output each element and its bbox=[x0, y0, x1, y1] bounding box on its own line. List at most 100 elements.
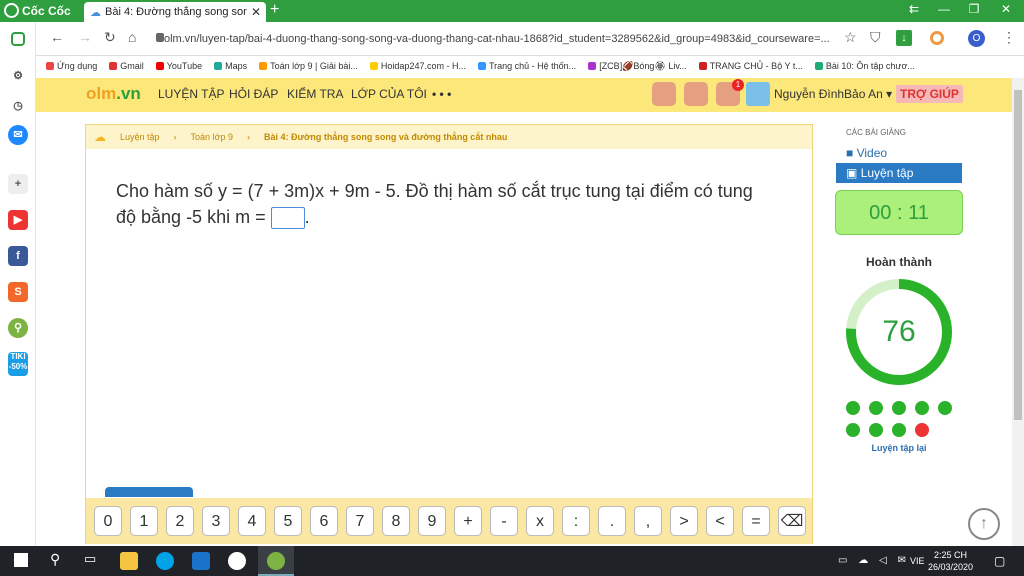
address-bar[interactable]: olm.vn/luyen-tap/bai-4-duong-thang-song-… bbox=[148, 27, 868, 51]
keypad-key[interactable]: < bbox=[706, 506, 734, 536]
extension-icon[interactable] bbox=[930, 31, 944, 45]
menu-lop-cua-toi[interactable]: LỚP CỦA TÔI bbox=[351, 87, 427, 101]
keypad-key[interactable]: 2 bbox=[166, 506, 194, 536]
keypad-key[interactable]: = bbox=[742, 506, 770, 536]
profile-avatar[interactable]: O bbox=[968, 30, 985, 47]
keypad-key[interactable]: 6 bbox=[310, 506, 338, 536]
bookmark-star-icon[interactable]: ☆ bbox=[844, 29, 857, 46]
youtube-icon[interactable]: ▶ bbox=[8, 210, 28, 230]
chat-icon[interactable] bbox=[684, 82, 708, 106]
coccoc-logo[interactable]: Cốc Cốc bbox=[4, 3, 71, 18]
bookmark-item[interactable]: Bài 10: Ôn tập chươ... bbox=[814, 61, 915, 71]
new-tab-button[interactable]: + bbox=[270, 1, 279, 19]
bookmark-item[interactable]: Toán lớp 9 | Giải bài... bbox=[259, 61, 358, 71]
breadcrumb-toan-lop-9[interactable]: Toán lớp 9 bbox=[191, 132, 233, 142]
olm-logo[interactable]: olm.vn bbox=[86, 84, 141, 104]
settings-icon[interactable]: ⚙ bbox=[8, 66, 28, 86]
keypad-key[interactable]: 5 bbox=[274, 506, 302, 536]
bookmark-item[interactable]: Gmail bbox=[109, 61, 144, 71]
bookmark-item[interactable]: TRANG CHỦ - Bộ Y t... bbox=[698, 61, 803, 71]
scrollbar-thumb[interactable] bbox=[1014, 90, 1022, 420]
answer-input[interactable] bbox=[270, 207, 305, 230]
tab-close-icon[interactable]: ✕ bbox=[251, 5, 261, 19]
maximize-button[interactable]: ❐ bbox=[960, 2, 988, 16]
bookmark-label: Ứng dụng bbox=[57, 61, 98, 71]
notifications-icon[interactable]: ▢ bbox=[994, 554, 1005, 568]
scroll-top-icon[interactable]: ↑ bbox=[968, 508, 1000, 540]
file-explorer-icon[interactable] bbox=[120, 552, 138, 570]
bookmark-label: Maps bbox=[225, 61, 248, 71]
keypad-key[interactable]: 7 bbox=[346, 506, 374, 536]
outlook-icon[interactable] bbox=[192, 552, 210, 570]
bookmark-item[interactable]: Ứng dụng bbox=[46, 61, 97, 71]
messenger-icon[interactable]: ✉ bbox=[8, 125, 28, 145]
menu-more[interactable]: • • • bbox=[432, 87, 451, 101]
tiki-icon[interactable]: TIKI -50% bbox=[8, 352, 28, 376]
breadcrumb-luyen-tap[interactable]: Luyện tập bbox=[120, 132, 160, 142]
help-button[interactable]: TRỢ GIÚP bbox=[896, 85, 963, 103]
sidebar-toggle-icon[interactable] bbox=[11, 32, 25, 46]
keypad-key[interactable]: ⌫ bbox=[778, 506, 806, 536]
menu-kiem-tra[interactable]: KIỂM TRA bbox=[287, 87, 343, 101]
keypad-key[interactable]: + bbox=[454, 506, 482, 536]
bookmark-item[interactable]: Maps bbox=[214, 61, 247, 71]
task-view-icon[interactable]: ▭ bbox=[84, 551, 96, 567]
reload-icon[interactable]: ↻ bbox=[104, 29, 116, 46]
coccoc-icon bbox=[4, 3, 19, 18]
home-icon[interactable]: ⌂ bbox=[128, 29, 136, 45]
menu-hoi-dap[interactable]: HỎI ĐÁP bbox=[229, 87, 278, 101]
bookmark-item[interactable]: Trang chủ - Hệ thốn... bbox=[477, 61, 576, 71]
keypad-key[interactable]: 0 bbox=[94, 506, 122, 536]
coccoc-game-icon[interactable]: ⚲ bbox=[8, 318, 28, 338]
clock[interactable]: 2:25 CH 26/03/2020 bbox=[928, 549, 973, 573]
question-text: Cho hàm số y = (7 + 3m)x + 9m - 5. Đồ th… bbox=[116, 178, 796, 230]
zalo-icon[interactable] bbox=[228, 552, 246, 570]
user-name[interactable]: Nguyễn ĐìnhBảo An ▾ bbox=[774, 87, 892, 101]
skype-icon[interactable] bbox=[156, 552, 174, 570]
keypad-key[interactable]: , bbox=[634, 506, 662, 536]
result-dot bbox=[915, 401, 929, 415]
keypad-key[interactable]: 3 bbox=[202, 506, 230, 536]
retry-link[interactable]: Luyện tập lại bbox=[835, 443, 963, 453]
minimize-button[interactable]: — bbox=[930, 2, 958, 16]
tray-icons[interactable]: ▭ ☁ ◁ ✉ bbox=[838, 555, 910, 566]
facebook-icon[interactable]: f bbox=[8, 246, 28, 266]
keypad-key[interactable]: 1 bbox=[130, 506, 158, 536]
add-icon[interactable]: + bbox=[8, 174, 28, 194]
back-icon[interactable]: ← bbox=[50, 29, 64, 45]
video-link[interactable]: ■ Video bbox=[846, 146, 887, 160]
keypad-key[interactable]: 9 bbox=[418, 506, 446, 536]
breadcrumb: ☁ Luyện tập › Toán lớp 9 › Bài 4: Đường … bbox=[86, 125, 812, 149]
tab-search-icon[interactable]: ⇇ bbox=[900, 2, 928, 16]
bookmark-item[interactable]: Hoidap247.com - H... bbox=[369, 61, 466, 71]
shield-icon[interactable]: ⛉ bbox=[870, 29, 881, 46]
browser-tab[interactable]: ☁ Bài 4: Đường thẳng song song ✕ bbox=[84, 2, 266, 22]
download-icon[interactable]: ↓ bbox=[896, 30, 912, 46]
keypad-key[interactable]: - bbox=[490, 506, 518, 536]
menu-luyen-tap[interactable]: LUYỆN TẬP bbox=[158, 87, 224, 101]
language-indicator[interactable]: VIE bbox=[910, 556, 925, 566]
submit-button[interactable] bbox=[105, 487, 193, 497]
search-icon[interactable]: ⚲ bbox=[50, 551, 60, 568]
forward-icon[interactable]: → bbox=[78, 29, 92, 45]
bookmark-item[interactable]: [ZCB]🏈Bóng🏵 Liv... bbox=[588, 61, 687, 72]
keypad-key[interactable]: > bbox=[670, 506, 698, 536]
history-icon[interactable]: ◷ bbox=[8, 96, 28, 116]
bookmark-label: Toán lớp 9 | Giải bài... bbox=[270, 61, 358, 71]
keypad-key[interactable]: x bbox=[526, 506, 554, 536]
breadcrumb-sep-icon: › bbox=[173, 132, 177, 142]
keypad-key[interactable]: 8 bbox=[382, 506, 410, 536]
bookmark-item[interactable]: YouTube bbox=[155, 61, 202, 71]
windows-start-icon[interactable] bbox=[14, 553, 28, 567]
practice-label: Luyện tập bbox=[860, 166, 914, 180]
keypad-key[interactable]: 4 bbox=[238, 506, 266, 536]
keypad-key[interactable]: : bbox=[562, 506, 590, 536]
timer: 00 : 11 bbox=[835, 190, 963, 235]
user-avatar[interactable] bbox=[746, 82, 770, 106]
menu-icon[interactable]: ⋮ bbox=[1002, 29, 1016, 46]
practice-link[interactable]: ▣ Luyện tập bbox=[836, 163, 962, 183]
keypad-key[interactable]: . bbox=[598, 506, 626, 536]
close-window-button[interactable]: ✕ bbox=[992, 2, 1020, 16]
shopee-icon[interactable]: S bbox=[8, 282, 28, 302]
user-add-icon[interactable] bbox=[652, 82, 676, 106]
